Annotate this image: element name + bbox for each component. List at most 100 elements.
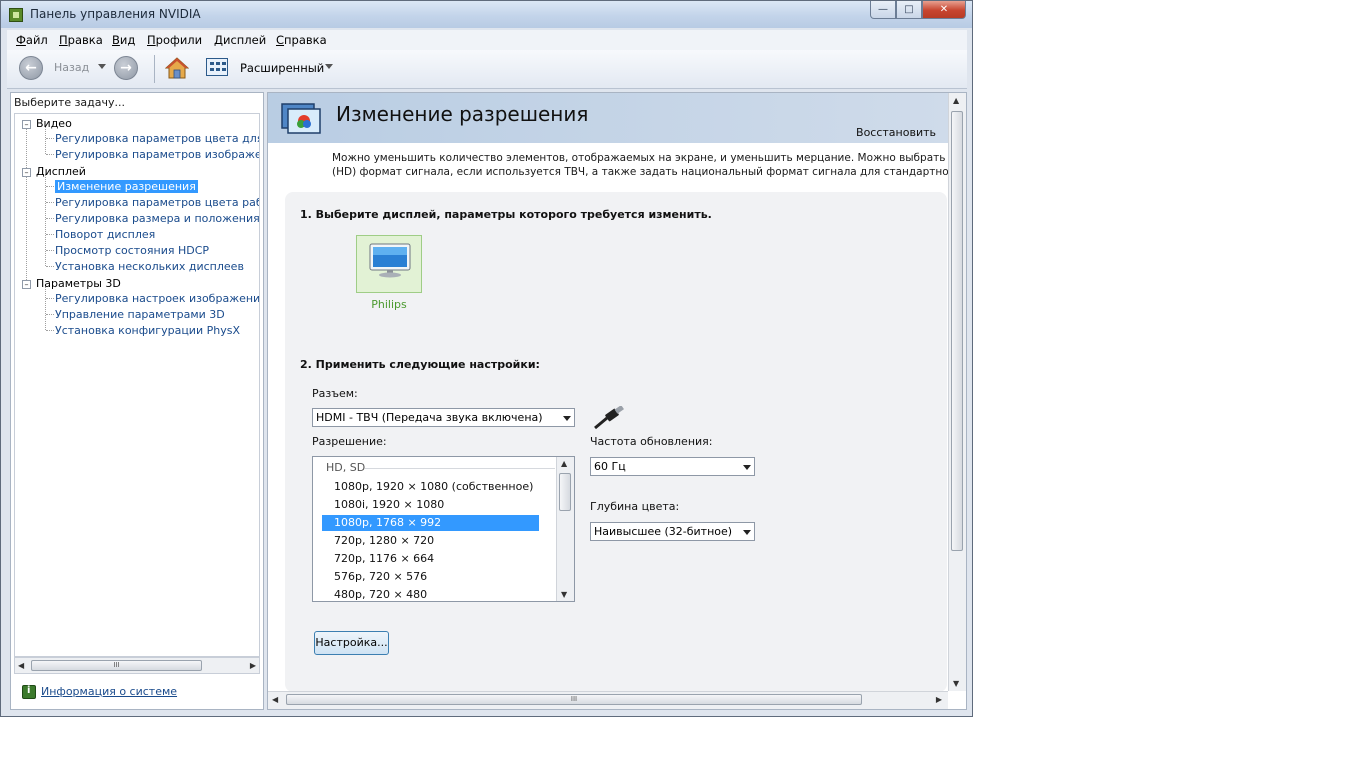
tree-item-desktop-size[interactable]: Регулировка размера и положения рабо <box>55 212 259 225</box>
scroll-up-icon[interactable]: ▲ <box>561 459 567 468</box>
scrollbar-thumb[interactable]: III <box>31 660 202 671</box>
resolution-option[interactable]: 480p, 720 × 480 <box>322 587 539 601</box>
select-task-label: Выберите задачу... <box>14 96 126 109</box>
view-mode-label[interactable]: Расширенный <box>240 61 324 75</box>
tree-line <box>46 218 54 219</box>
menu-display[interactable]: Дисплей <box>214 33 266 47</box>
view-mode-dropdown-icon[interactable] <box>325 64 333 69</box>
color-depth-select[interactable]: Наивысшее (32-битное) <box>590 522 755 541</box>
restore-defaults-link[interactable]: Восстановить <box>856 126 936 139</box>
resolution-list-scrollbar[interactable]: ▲ ▼ <box>556 457 574 601</box>
tree-category-video[interactable]: Видео <box>36 117 72 130</box>
system-info-icon[interactable] <box>22 685 36 699</box>
collapse-icon[interactable]: – <box>22 120 31 129</box>
scroll-down-icon[interactable]: ▼ <box>953 679 959 688</box>
scroll-right-icon[interactable]: ▶ <box>250 661 256 670</box>
settings-panel: 1. Выберите дисплей, параметры которого … <box>285 192 947 692</box>
home-icon[interactable] <box>165 56 189 80</box>
tree-line <box>46 202 54 203</box>
tree-horizontal-scrollbar[interactable]: ◀ III ▶ <box>14 657 260 674</box>
menu-profiles[interactable]: Профили <box>147 33 202 47</box>
scrollbar-thumb[interactable]: III <box>286 694 862 705</box>
view-mode-icon[interactable] <box>206 58 228 76</box>
resolution-option[interactable]: 576p, 720 × 576 <box>322 569 539 585</box>
tree-item-desktop-color[interactable]: Регулировка параметров цвета рабочег <box>55 196 259 209</box>
nvidia-control-panel-window: Панель управления NVIDIA — □ ✕ Файл Прав… <box>0 0 973 717</box>
tree-line <box>45 174 46 266</box>
tree-item-video-image[interactable]: Регулировка параметров изображения д <box>55 148 259 161</box>
page-description: Можно уменьшить количество элементов, от… <box>332 151 952 179</box>
resolution-group-header: HD, SD <box>326 461 366 474</box>
collapse-icon[interactable]: – <box>22 168 31 177</box>
window-title: Панель управления NVIDIA <box>30 7 201 21</box>
color-depth-label: Глубина цвета: <box>590 500 680 513</box>
resolution-list[interactable]: HD, SD 1080p, 1920 × 1080 (собственное) … <box>312 456 575 602</box>
task-tree: – Видео Регулировка параметров цвета для… <box>14 113 260 657</box>
tree-line <box>46 186 54 187</box>
menu-view[interactable]: Вид <box>112 33 135 47</box>
tree-item-physx[interactable]: Установка конфигурации PhysX <box>55 324 240 337</box>
scrollbar-thumb[interactable] <box>559 473 571 511</box>
display-settings-icon <box>281 103 321 134</box>
menu-file[interactable]: Файл <box>16 33 48 47</box>
resolution-option[interactable]: 1080p, 1768 × 992 <box>322 515 539 531</box>
group-divider <box>365 468 555 469</box>
tree-item-change-resolution[interactable]: Изменение разрешения <box>55 180 198 193</box>
refresh-rate-select[interactable]: 60 Гц <box>590 457 755 476</box>
content-vertical-scrollbar[interactable]: ▲ ▼ <box>948 93 966 691</box>
tree-line <box>46 234 54 235</box>
scroll-left-icon[interactable]: ◀ <box>18 661 24 670</box>
back-history-dropdown-icon[interactable] <box>98 64 106 69</box>
step-1-heading: 1. Выберите дисплей, параметры которого … <box>300 208 712 221</box>
menu-help[interactable]: Справка <box>276 33 327 47</box>
menu-edit[interactable]: Правка <box>59 33 103 47</box>
resolution-option[interactable]: 720p, 1280 × 720 <box>322 533 539 549</box>
scroll-down-icon[interactable]: ▼ <box>561 590 567 599</box>
back-arrow-icon[interactable]: ← <box>19 56 43 80</box>
tree-category-3d-settings[interactable]: Параметры 3D <box>36 277 121 290</box>
toolbar: ← Назад → Расширенный <box>7 50 967 89</box>
back-button-label[interactable]: Назад <box>54 61 89 74</box>
tree-item-manage-3d[interactable]: Управление параметрами 3D <box>55 308 225 321</box>
connector-select[interactable]: HDMI - ТВЧ (Передача звука включена) <box>312 408 575 427</box>
scroll-up-icon[interactable]: ▲ <box>953 96 959 105</box>
scroll-right-icon[interactable]: ▶ <box>936 695 942 704</box>
title-bar[interactable]: Панель управления NVIDIA — □ ✕ <box>1 1 972 28</box>
maximize-button[interactable]: □ <box>896 1 922 19</box>
description-line: (HD) формат сигнала, если используется Т… <box>332 166 952 178</box>
content-horizontal-scrollbar[interactable]: ◀ III ▶ <box>268 691 948 709</box>
chevron-down-icon <box>563 416 571 421</box>
tree-item-multiple-displays[interactable]: Установка нескольких дисплеев <box>55 260 244 273</box>
content-pane: Изменение разрешения Восстановить Можно … <box>267 92 967 710</box>
chevron-down-icon <box>743 530 751 535</box>
tree-line <box>46 250 54 251</box>
hdmi-cable-icon <box>594 406 624 430</box>
tree-line <box>46 154 54 155</box>
tree-item-hdcp-status[interactable]: Просмотр состояния HDCP <box>55 244 209 257</box>
tree-item-rotate-display[interactable]: Поворот дисплея <box>55 228 155 241</box>
tree-line <box>46 314 54 315</box>
task-pane: Выберите задачу... – Видео Регулировка п… <box>10 92 264 710</box>
resolution-option[interactable]: 720p, 1176 × 664 <box>322 551 539 567</box>
description-line: Можно уменьшить количество элементов, от… <box>332 152 952 164</box>
customize-button[interactable]: Настройка... <box>314 631 389 655</box>
minimize-button[interactable]: — <box>870 1 896 19</box>
display-selector-philips[interactable] <box>356 235 422 293</box>
resolution-label: Разрешение: <box>312 435 387 448</box>
resolution-option[interactable]: 1080p, 1920 × 1080 (собственное) <box>322 479 539 495</box>
chevron-down-icon <box>743 465 751 470</box>
forward-arrow-icon[interactable]: → <box>114 56 138 80</box>
system-info-link[interactable]: Информация о системе <box>41 685 177 698</box>
tree-item-3d-image-settings[interactable]: Регулировка настроек изображения с пр <box>55 292 259 305</box>
tree-item-video-color[interactable]: Регулировка параметров цвета для вид <box>55 132 259 145</box>
collapse-icon[interactable]: – <box>22 280 31 289</box>
tree-category-display[interactable]: Дисплей <box>36 165 86 178</box>
monitor-icon <box>369 243 411 278</box>
refresh-rate-label: Частота обновления: <box>590 435 713 448</box>
scrollbar-thumb[interactable] <box>951 111 963 551</box>
refresh-rate-value: 60 Гц <box>594 460 626 473</box>
page-title: Изменение разрешения <box>336 102 589 126</box>
scroll-left-icon[interactable]: ◀ <box>272 695 278 704</box>
close-button[interactable]: ✕ <box>922 1 966 19</box>
resolution-option[interactable]: 1080i, 1920 × 1080 <box>322 497 539 513</box>
